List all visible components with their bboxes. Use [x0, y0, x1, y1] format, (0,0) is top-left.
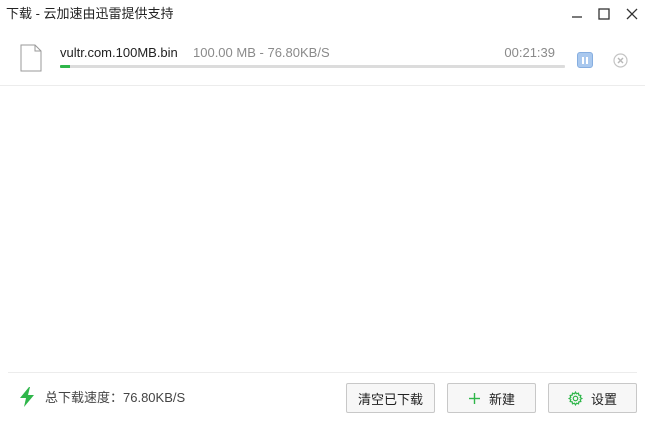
- maximize-icon: [598, 8, 610, 20]
- meta-separator: -: [259, 45, 264, 60]
- lightning-icon: [20, 387, 34, 407]
- new-download-button[interactable]: 新建: [447, 383, 536, 413]
- download-window: 下载 - 云加速由迅雷提供支持 vultr.com.100MB.bin 100.…: [0, 0, 645, 421]
- close-icon: [626, 8, 638, 20]
- title-bar[interactable]: 下载 - 云加速由迅雷提供支持: [0, 0, 645, 28]
- minimize-button[interactable]: [566, 4, 588, 24]
- new-download-label: 新建: [488, 391, 515, 407]
- settings-label: 设置: [590, 391, 617, 407]
- file-speed: 76.80KB/S: [267, 45, 330, 60]
- progress-bar: [60, 65, 565, 68]
- pause-icon-bar-left: [582, 56, 584, 64]
- remove-download-icon[interactable]: [613, 53, 628, 68]
- download-item[interactable]: vultr.com.100MB.bin 100.00 MB - 76.80KB/…: [0, 30, 645, 86]
- clear-downloaded-label: 清空已下载: [357, 391, 423, 407]
- progress-fill: [60, 65, 71, 68]
- gear-icon: [567, 390, 583, 406]
- file-size-speed: 100.00 MB - 76.80KB/S: [193, 45, 330, 61]
- clear-downloaded-button[interactable]: 清空已下载: [346, 383, 435, 413]
- close-button[interactable]: [621, 4, 643, 24]
- settings-button[interactable]: 设置: [548, 383, 637, 413]
- plus-icon: [468, 392, 481, 405]
- minimize-icon: [572, 16, 582, 18]
- maximize-button[interactable]: [593, 4, 615, 24]
- file-icon: [20, 44, 42, 72]
- total-speed-label: 总下载速度：76.80KB/S: [45, 390, 186, 405]
- time-remaining: 00:21:39: [504, 45, 555, 60]
- window-title: 下载 - 云加速由迅雷提供支持: [6, 6, 174, 21]
- footer-divider: [8, 372, 637, 373]
- pause-icon-bar-right: [586, 56, 588, 64]
- pause-button[interactable]: [577, 52, 593, 68]
- file-size: 100.00 MB: [193, 45, 256, 60]
- download-list: vultr.com.100MB.bin 100.00 MB - 76.80KB/…: [0, 30, 645, 370]
- file-name: vultr.com.100MB.bin: [60, 45, 178, 60]
